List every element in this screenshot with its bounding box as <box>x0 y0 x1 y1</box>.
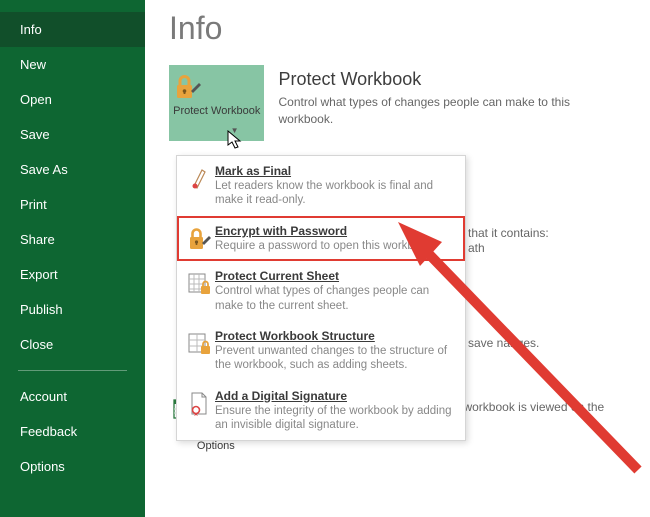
sidebar-item-info[interactable]: Info <box>0 12 145 47</box>
menu-sheet-title: Protect Current Sheet <box>215 269 455 283</box>
backstage-sidebar: Info New Open Save Save As Print Share E… <box>0 0 145 517</box>
caret-down-icon: ▼ <box>231 126 239 135</box>
protect-desc: Control what types of changes people can… <box>278 94 626 128</box>
menu-signature-title: Add a Digital Signature <box>215 389 455 403</box>
menu-structure-desc: Prevent unwanted changes to the structur… <box>215 344 455 373</box>
menu-mark-final-desc: Let readers know the workbook is final a… <box>215 179 455 208</box>
menu-add-digital-signature[interactable]: Add a Digital Signature Ensure the integ… <box>177 381 465 441</box>
menu-sheet-desc: Control what types of changes people can… <box>215 284 455 313</box>
menu-protect-current-sheet[interactable]: Protect Current Sheet Control what types… <box>177 261 465 321</box>
protect-heading: Protect Workbook <box>278 69 626 90</box>
protect-workbook-section: Protect Workbook ▼ Protect Workbook Cont… <box>169 65 626 141</box>
menu-mark-final-title: Mark as Final <box>215 164 455 178</box>
lock-icon <box>173 73 260 101</box>
sidebar-item-new[interactable]: New <box>0 47 145 82</box>
protect-workbook-button[interactable]: Protect Workbook ▼ <box>169 65 264 141</box>
sidebar-item-share[interactable]: Share <box>0 222 145 257</box>
sidebar-item-feedback[interactable]: Feedback <box>0 414 145 449</box>
encrypt-icon <box>185 224 215 253</box>
menu-mark-as-final[interactable]: Mark as Final Let readers know the workb… <box>177 156 465 216</box>
hidden-text-save: save nanges. <box>468 335 539 352</box>
sidebar-item-close[interactable]: Close <box>0 327 145 362</box>
sidebar-item-print[interactable]: Print <box>0 187 145 222</box>
hidden-text-path: ath <box>468 240 485 257</box>
sidebar-divider <box>18 370 127 371</box>
page-title: Info <box>169 0 626 65</box>
protect-structure-icon <box>185 329 215 373</box>
menu-protect-workbook-structure[interactable]: Protect Workbook Structure Prevent unwan… <box>177 321 465 381</box>
sidebar-item-account[interactable]: Account <box>0 379 145 414</box>
sidebar-item-publish[interactable]: Publish <box>0 292 145 327</box>
digital-signature-icon <box>185 389 215 433</box>
protect-workbook-dropdown: Mark as Final Let readers know the workb… <box>176 155 466 441</box>
sidebar-item-export[interactable]: Export <box>0 257 145 292</box>
sidebar-item-options[interactable]: Options <box>0 449 145 484</box>
protect-sheet-icon <box>185 269 215 313</box>
menu-encrypt-desc: Require a password to open this workbook… <box>215 239 455 253</box>
menu-encrypt-title: Encrypt with Password <box>215 224 455 238</box>
menu-structure-title: Protect Workbook Structure <box>215 329 455 343</box>
mark-final-icon <box>185 164 215 208</box>
sidebar-item-open[interactable]: Open <box>0 82 145 117</box>
menu-encrypt-with-password[interactable]: Encrypt with Password Require a password… <box>177 216 465 261</box>
protect-tile-label: Protect Workbook <box>173 105 260 118</box>
sidebar-item-save[interactable]: Save <box>0 117 145 152</box>
menu-signature-desc: Ensure the integrity of the workbook by … <box>215 404 455 433</box>
sidebar-item-save-as[interactable]: Save As <box>0 152 145 187</box>
